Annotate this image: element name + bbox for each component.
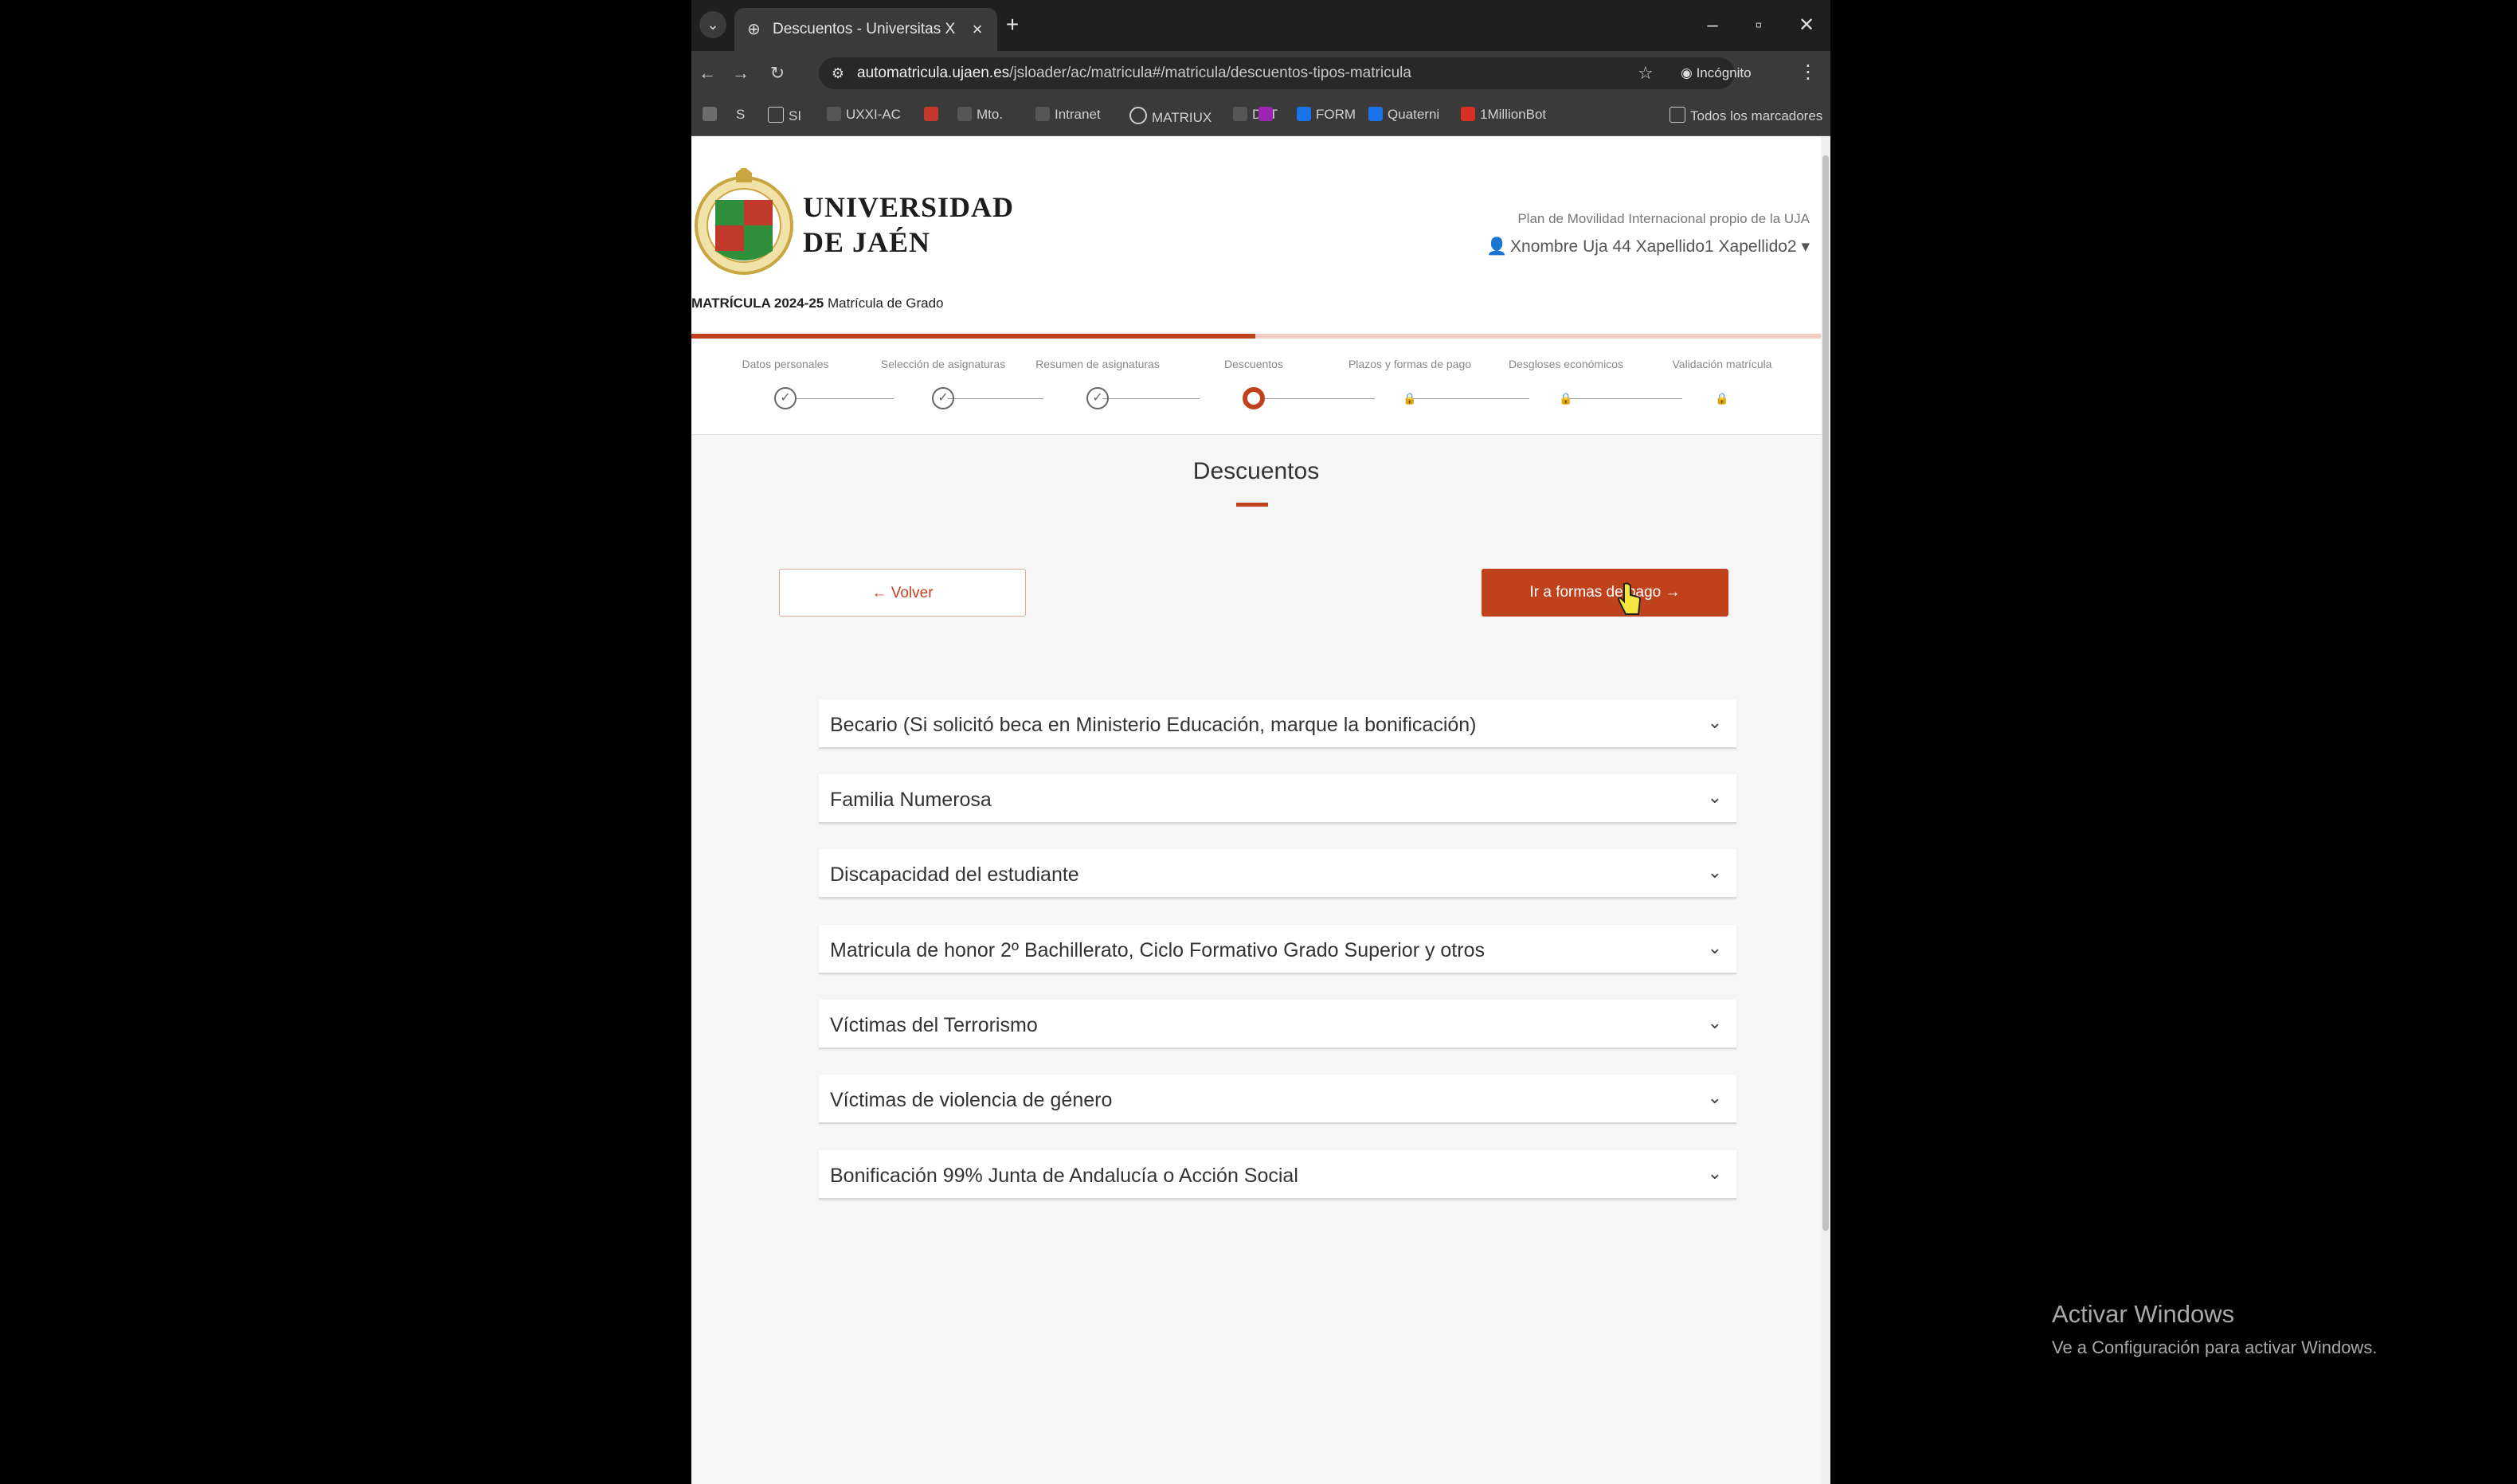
bookmarks-bar: S SI UXXI-AC Mto. Intranet MATRIUX DaT F…: [691, 96, 1830, 136]
browser-window: ⌄ ⊕ Descuentos - Universitas XXI × + – ▫…: [691, 0, 1830, 1484]
address-row: ← → ↻ ⚙ automatricula.ujaen.es/jsloader/…: [691, 51, 1830, 96]
windows-activation-subtitle: Ve a Configuración para activar Windows.: [2052, 1337, 2378, 1357]
bookmark-favicon: [1233, 107, 1247, 121]
user-menu[interactable]: 👤 Xnombre Uja 44 Xapellido1 Xapellido2 ▾: [1486, 237, 1810, 256]
stepper: Datos personales Selección de asignatura…: [691, 339, 1821, 435]
chevron-down-icon: ⌄: [1707, 862, 1722, 882]
plan-text: Plan de Movilidad Internacional propio d…: [1517, 211, 1810, 226]
lock-icon: 🔒: [1403, 392, 1417, 405]
chevron-down-icon: ⌄: [1707, 938, 1722, 957]
back-button[interactable]: ← Volver: [779, 569, 1026, 617]
site-settings-icon[interactable]: ⚙: [828, 64, 847, 83]
back-arrow-icon[interactable]: ←: [693, 59, 722, 88]
step-label-plazos: Plazos y formas de pago: [1348, 358, 1472, 370]
all-bookmarks-folder[interactable]: Todos los marcadores: [1670, 107, 1822, 124]
step-label-validacion: Validación matrícula: [1672, 358, 1772, 370]
bookmark-folder[interactable]: SI: [768, 107, 801, 124]
address-bar[interactable]: ⚙ automatricula.ujaen.es/jsloader/ac/mat…: [819, 57, 1735, 89]
bookmark-item[interactable]: 1MillionBot: [1461, 107, 1546, 123]
bookmark-favicon: [924, 107, 938, 121]
step-label-seleccion: Selección de asignaturas: [880, 358, 1006, 370]
incognito-icon: ◉: [1681, 65, 1697, 80]
new-tab-button[interactable]: +: [999, 11, 1026, 38]
chevron-down-icon: ⌄: [1707, 712, 1722, 732]
current-step-indicator: [1243, 387, 1265, 409]
browser-menu-icon[interactable]: ⋮: [1799, 61, 1818, 84]
bookmark-item[interactable]: [1258, 107, 1278, 123]
forward-arrow-icon[interactable]: →: [726, 59, 755, 88]
caret-down-icon: ▾: [1801, 237, 1810, 256]
check-icon[interactable]: ✓: [932, 387, 954, 409]
minimize-icon[interactable]: –: [1695, 10, 1730, 41]
go-to-payment-button[interactable]: Ir a formas de pago →: [1482, 569, 1728, 617]
chevron-down-icon: ⌄: [1707, 1163, 1722, 1183]
folder-icon: [768, 107, 784, 123]
bookmark-item[interactable]: Mto.: [957, 107, 1003, 123]
university-seal-logo: [695, 168, 793, 275]
globe-icon: ⊕: [747, 21, 761, 38]
discount-accordion-becario[interactable]: Becario (Si solicitó beca en Ministerio …: [819, 699, 1736, 749]
bookmark-favicon: [1368, 107, 1383, 121]
page-scrollbar[interactable]: [1821, 136, 1830, 1484]
hand-cursor-icon: [1618, 582, 1642, 615]
browser-tab[interactable]: ⊕ Descuentos - Universitas XXI ×: [734, 8, 997, 51]
user-icon: 👤: [1486, 237, 1508, 256]
check-icon[interactable]: ✓: [1086, 387, 1109, 409]
discount-accordion-discapacidad[interactable]: Discapacidad del estudiante ⌄: [819, 849, 1736, 899]
page-title: Descuentos: [1192, 458, 1320, 484]
bookmark-item[interactable]: UXXI-AC: [827, 107, 901, 123]
arrow-right-icon: →: [1665, 584, 1681, 601]
chevron-down-icon: ⌄: [1707, 1012, 1722, 1032]
bookmark-star-icon[interactable]: ☆: [1638, 63, 1654, 84]
step-label-descuentos: Descuentos: [1224, 358, 1283, 370]
bookmark-favicon: [827, 107, 841, 121]
arrow-left-icon: ←: [871, 585, 887, 601]
bookmark-favicon: [1035, 107, 1050, 121]
tab-search-icon[interactable]: ⌄: [699, 11, 726, 38]
bookmark-item[interactable]: S: [736, 107, 745, 123]
bookmark-favicon: [957, 107, 972, 121]
discount-accordion-terrorismo[interactable]: Víctimas del Terrorismo ⌄: [819, 1000, 1736, 1049]
bookmark-favicon: [1297, 107, 1311, 121]
window-close-icon[interactable]: ✕: [1789, 10, 1824, 41]
discount-accordion-junta-andalucia[interactable]: Bonificación 99% Junta de Andalucía o Ac…: [819, 1150, 1736, 1200]
bookmark-item[interactable]: [924, 107, 943, 123]
discount-accordion-matricula-honor[interactable]: Matricula de honor 2º Bachillerato, Cicl…: [819, 925, 1736, 974]
globe-icon: [1129, 107, 1147, 124]
url-text[interactable]: automatricula.ujaen.es/jsloader/ac/matri…: [857, 65, 1411, 82]
discount-accordion-violencia-genero[interactable]: Víctimas de violencia de género ⌄: [819, 1075, 1736, 1124]
step-label-datos-personales: Datos personales: [742, 358, 829, 370]
title-bar: ⌄ ⊕ Descuentos - Universitas XXI × + – ▫…: [691, 0, 1830, 51]
folder-icon: [1670, 107, 1685, 123]
bookmark-favicon: [1258, 107, 1273, 121]
lock-icon: 🔒: [1715, 392, 1729, 405]
step-label-resumen: Resumen de asignaturas: [1035, 358, 1160, 370]
discount-accordion-familia-numerosa[interactable]: Familia Numerosa ⌄: [819, 774, 1736, 824]
maximize-icon[interactable]: ▫: [1741, 10, 1776, 41]
chevron-down-icon: ⌄: [1707, 1087, 1722, 1107]
tab-title: Descuentos - Universitas XXI: [773, 21, 956, 37]
reload-icon[interactable]: ↻: [763, 59, 792, 88]
step-label-desgloses: Desgloses económicos: [1509, 358, 1623, 370]
bookmark-item[interactable]: MATRIUX: [1129, 107, 1212, 126]
lock-icon: 🔒: [1559, 392, 1573, 405]
check-icon[interactable]: ✓: [774, 387, 797, 409]
bookmark-item[interactable]: Intranet: [1035, 107, 1101, 123]
bookmark-item[interactable]: FORM: [1297, 107, 1356, 123]
page-content: UNIVERSIDAD DE JAÉN MATRÍCULA 2024-25 Ma…: [691, 136, 1821, 1484]
site-header: UNIVERSIDAD DE JAÉN MATRÍCULA 2024-25 Ma…: [691, 136, 1821, 334]
incognito-indicator[interactable]: ◉ Incógnito: [1681, 59, 1784, 88]
chevron-down-icon: ⌄: [1707, 787, 1722, 807]
tab-close-icon[interactable]: ×: [965, 18, 989, 41]
university-name-line2: DE JAÉN: [803, 226, 931, 258]
windows-activation-title: Activar Windows: [2052, 1300, 2235, 1328]
bookmark-item[interactable]: [703, 107, 722, 123]
title-underline: [1236, 503, 1268, 507]
matricula-label: MATRÍCULA 2024-25 Matrícula de Grado: [691, 296, 944, 311]
bookmark-item[interactable]: Quaterni: [1368, 107, 1439, 123]
bookmark-favicon: [1461, 107, 1475, 121]
university-name-line1: UNIVERSIDAD: [803, 191, 1015, 223]
